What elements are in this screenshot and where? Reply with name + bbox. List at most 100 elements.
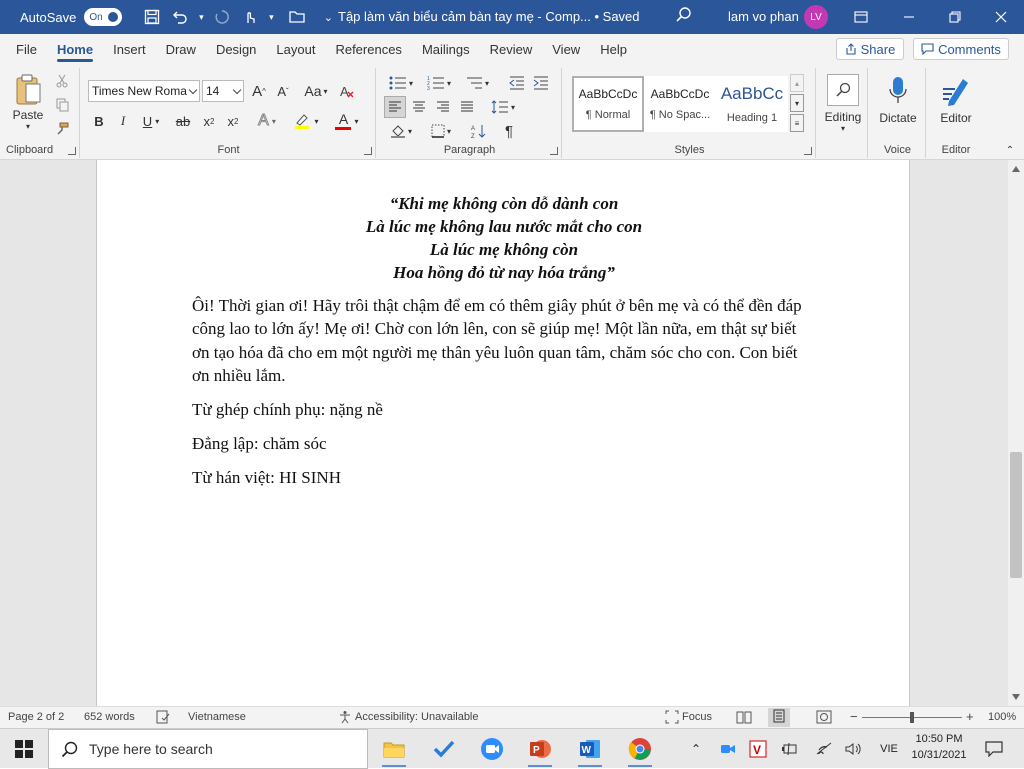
tab-layout[interactable]: Layout bbox=[266, 34, 325, 64]
chrome-icon[interactable] bbox=[626, 735, 654, 767]
close-button[interactable] bbox=[978, 0, 1024, 34]
minimize-button[interactable] bbox=[886, 0, 932, 34]
font-launcher-icon[interactable] bbox=[364, 147, 372, 155]
scroll-up-icon[interactable] bbox=[1012, 166, 1020, 172]
editor-button[interactable]: Editor bbox=[932, 70, 980, 130]
document-title[interactable]: Tập làm văn biểu cảm bàn tay mẹ - Comp..… bbox=[338, 9, 640, 24]
collapse-ribbon-button[interactable]: ⌃ bbox=[1002, 144, 1018, 156]
autosave-toggle[interactable]: On bbox=[84, 8, 123, 26]
tab-draw[interactable]: Draw bbox=[156, 34, 206, 64]
notifications-icon[interactable] bbox=[980, 735, 1008, 763]
clear-formatting-button[interactable]: A bbox=[336, 80, 358, 102]
increase-indent-button[interactable] bbox=[530, 72, 552, 94]
format-painter-button[interactable] bbox=[52, 120, 72, 138]
font-size-select[interactable]: 14 bbox=[202, 80, 244, 102]
strikethrough-button[interactable]: ab bbox=[172, 110, 194, 132]
styles-more-button[interactable]: ≡ bbox=[790, 114, 804, 132]
vietkey-tray-icon[interactable]: V bbox=[744, 735, 772, 763]
show-formatting-button[interactable]: ¶ bbox=[498, 120, 520, 142]
undo-icon[interactable] bbox=[168, 5, 192, 29]
web-layout-icon[interactable] bbox=[816, 710, 832, 727]
tab-file[interactable]: File bbox=[6, 34, 47, 64]
scroll-thumb[interactable] bbox=[1010, 452, 1022, 578]
tab-help[interactable]: Help bbox=[590, 34, 637, 64]
page-count[interactable]: Page 2 of 2 bbox=[8, 711, 64, 723]
shrink-font-button[interactable]: Aˇ bbox=[272, 80, 294, 102]
tab-insert[interactable]: Insert bbox=[103, 34, 156, 64]
sort-button[interactable]: AZ bbox=[468, 120, 490, 142]
align-center-button[interactable] bbox=[408, 96, 430, 118]
language-status[interactable]: Vietnamese bbox=[188, 711, 246, 723]
zoom-tray-icon[interactable] bbox=[714, 735, 742, 763]
superscript-button[interactable]: x2 bbox=[222, 110, 244, 132]
chevron-down-icon[interactable]: ▾ bbox=[196, 5, 206, 29]
line-spacing-button[interactable]: ▾ bbox=[486, 96, 520, 118]
italic-button[interactable]: I bbox=[112, 110, 134, 132]
paragraph-launcher-icon[interactable] bbox=[550, 147, 558, 155]
windows-start-icon[interactable] bbox=[10, 735, 38, 763]
dictate-button[interactable]: Dictate bbox=[874, 70, 922, 130]
volume-icon[interactable] bbox=[840, 735, 868, 763]
tab-review[interactable]: Review bbox=[480, 34, 543, 64]
styles-scroll-down-button[interactable]: ▾ bbox=[790, 94, 804, 112]
bullets-button[interactable]: ▾ bbox=[384, 72, 418, 94]
open-folder-icon[interactable] bbox=[286, 5, 310, 29]
text-effects-button[interactable]: A ▾ bbox=[252, 110, 282, 132]
subscript-button[interactable]: x2 bbox=[198, 110, 220, 132]
word-count[interactable]: 652 words bbox=[84, 711, 135, 723]
restore-button[interactable] bbox=[932, 0, 978, 34]
redo-icon[interactable] bbox=[210, 5, 234, 29]
font-color-button[interactable]: A ▾ bbox=[330, 110, 364, 132]
clock-date[interactable]: 10/31/2021 bbox=[908, 749, 970, 761]
align-right-button[interactable] bbox=[432, 96, 454, 118]
bold-button[interactable]: B bbox=[88, 110, 110, 132]
document-page[interactable]: “Khi mẹ không còn dỗ dành con Là lúc mẹ … bbox=[96, 160, 910, 706]
copy-button[interactable] bbox=[52, 96, 72, 114]
align-left-button[interactable] bbox=[384, 96, 406, 118]
font-name-select[interactable]: Times New Roma bbox=[88, 80, 200, 102]
scroll-down-icon[interactable] bbox=[1012, 694, 1020, 700]
zoom-app-icon[interactable] bbox=[478, 735, 506, 763]
numbering-button[interactable]: 123 ▾ bbox=[422, 72, 456, 94]
accessibility-status[interactable]: Accessibility: Unavailable bbox=[355, 711, 479, 723]
proofing-icon[interactable] bbox=[156, 710, 170, 727]
highlight-button[interactable]: ▾ bbox=[288, 110, 324, 132]
paste-button[interactable]: Paste ▾ bbox=[8, 70, 48, 134]
taskbar-search-input[interactable]: Type here to search bbox=[48, 729, 368, 769]
show-hidden-icons-icon[interactable]: ⌃ bbox=[682, 735, 710, 763]
shading-button[interactable]: ▾ bbox=[384, 120, 418, 142]
editing-button[interactable]: Editing ▾ bbox=[820, 70, 866, 136]
styles-scroll-up-button[interactable]: ▴ bbox=[790, 74, 804, 92]
touch-mode-icon[interactable] bbox=[238, 5, 262, 29]
tab-home[interactable]: Home bbox=[47, 34, 103, 64]
style-heading-1[interactable]: AaBbCc Heading 1 bbox=[716, 76, 788, 132]
input-language[interactable]: VIE bbox=[874, 735, 904, 763]
battery-icon[interactable] bbox=[776, 735, 804, 763]
zoom-out-button[interactable]: − bbox=[850, 709, 858, 724]
avatar[interactable]: LV bbox=[804, 5, 828, 29]
clipboard-launcher-icon[interactable] bbox=[68, 147, 76, 155]
justify-button[interactable] bbox=[456, 96, 478, 118]
clock-time[interactable]: 10:50 PM bbox=[912, 733, 966, 745]
word-icon[interactable]: W bbox=[576, 735, 604, 767]
style-normal[interactable]: AaBbCcDc ¶ Normal bbox=[572, 76, 644, 132]
borders-button[interactable]: ▾ bbox=[424, 120, 458, 142]
search-icon[interactable] bbox=[675, 6, 697, 28]
share-button[interactable]: Share bbox=[836, 38, 904, 60]
underline-button[interactable]: U ▾ bbox=[136, 110, 166, 132]
comments-button[interactable]: Comments bbox=[913, 38, 1009, 60]
chevron-down-icon[interactable]: ▾ bbox=[266, 5, 276, 29]
tab-mailings[interactable]: Mailings bbox=[412, 34, 480, 64]
file-explorer-icon[interactable] bbox=[380, 735, 408, 767]
vertical-scrollbar[interactable] bbox=[1008, 160, 1024, 706]
change-case-button[interactable]: Aa ▾ bbox=[300, 80, 332, 102]
read-mode-icon[interactable] bbox=[736, 710, 752, 727]
decrease-indent-button[interactable] bbox=[506, 72, 528, 94]
save-icon[interactable] bbox=[140, 5, 164, 29]
grow-font-button[interactable]: A ^ bbox=[248, 80, 270, 102]
ribbon-display-icon[interactable] bbox=[838, 0, 884, 34]
tab-view[interactable]: View bbox=[542, 34, 590, 64]
tab-references[interactable]: References bbox=[325, 34, 411, 64]
zoom-level[interactable]: 100% bbox=[988, 711, 1016, 723]
tab-design[interactable]: Design bbox=[206, 34, 266, 64]
